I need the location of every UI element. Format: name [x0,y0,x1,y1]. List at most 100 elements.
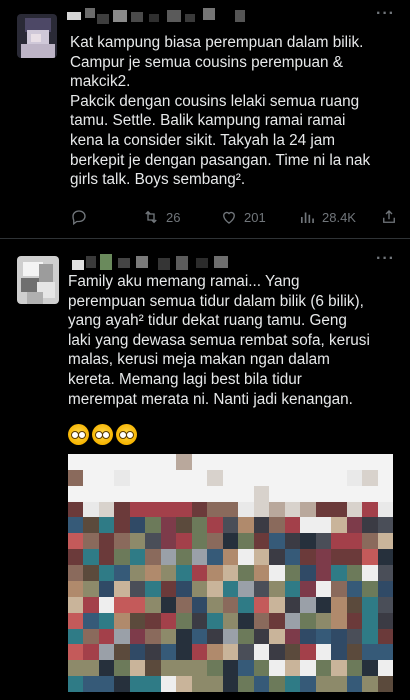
photo-pixel [300,454,316,470]
photo-pixel [253,628,270,645]
photo-pixel [68,628,84,645]
photo-pixel [145,612,161,629]
photo-pixel [145,565,161,581]
photo-pixel [207,596,223,613]
share-button[interactable] [380,208,398,226]
photo-pixel [362,549,378,566]
photo-pixel [315,454,332,470]
photo-pixel [238,469,254,486]
photo-pixel [191,469,208,486]
photo-pixel [315,533,332,550]
photo-pixel [300,612,316,629]
share-icon [383,210,395,223]
photo-pixel [346,469,363,486]
photo-pixel [269,628,285,645]
photo-pixel [98,676,115,692]
author-name-redacted[interactable] [67,8,247,24]
photo-pixel [331,612,347,629]
photo-pixel [114,485,130,502]
photo-pixel [300,533,316,550]
avatar[interactable] [17,14,57,58]
photo-pixel [176,628,192,645]
photo-pixel [160,501,177,518]
photo-pixel [269,533,285,550]
photo-pixel [114,501,130,518]
photo-pixel [315,660,332,677]
tweet-1[interactable]: ··· Kat kampung biasa perempuan dalam bi… [0,0,410,238]
photo-pixel [83,517,99,534]
photo-pixel [176,580,192,597]
photo-pixel [191,454,208,470]
more-icon[interactable]: ··· [376,251,396,267]
photo-pixel [269,517,285,534]
photo-pixel [129,549,146,566]
photo-pixel [68,676,84,692]
pleading-face-emoji [92,424,113,445]
photo-pixel [160,612,177,629]
photo-pixel [331,644,347,661]
photo-pixel [284,549,301,566]
photo-pixel [160,628,177,645]
photo-pixel [331,676,347,692]
photo-pixel [114,565,130,581]
photo-pixel [176,517,192,534]
photo-pixel [377,596,393,613]
photo-pixel [160,676,177,692]
photo-pixel [238,454,254,470]
photo-pixel [129,596,146,613]
photo-pixel [68,596,84,613]
photo-pixel [68,549,84,566]
photo-pixel [145,644,161,661]
photo-pixel [191,485,208,502]
photo-pixel [98,612,115,629]
photo-pixel [284,533,301,550]
photo-pixel [315,612,332,629]
photo-pixel [346,596,363,613]
photo-pixel [129,533,146,550]
photo-pixel [145,501,161,518]
photo-pixel [83,596,99,613]
photo-pixel [362,454,378,470]
photo-pixel [238,660,254,677]
photo-pixel [129,565,146,581]
photo-pixel [315,628,332,645]
like-button[interactable]: 201 [220,208,266,226]
avatar[interactable] [17,256,59,304]
photo-pixel [331,549,347,566]
photo-pixel [346,628,363,645]
photo-pixel [83,454,99,470]
reply-button[interactable] [70,208,94,226]
photo-pixel [207,628,223,645]
photo-pixel [191,580,208,597]
views-button[interactable]: 28.4K [298,208,356,226]
retweet-button[interactable]: 26 [142,208,180,226]
photo-pixel [346,565,363,581]
photo-pixel [176,501,192,518]
photo-pixel [83,533,99,550]
photo-pixel [362,517,378,534]
tweet-divider [0,238,410,239]
photo-pixel [222,676,239,692]
photo-pixel [238,533,254,550]
photo-pixel [331,469,347,486]
attached-photo[interactable] [68,454,393,692]
tweet-2[interactable]: ··· Family aku memang ramai... Yang pere… [0,240,410,700]
photo-pixel [284,628,301,645]
photo-pixel [176,612,192,629]
photo-pixel [362,469,378,486]
photo-pixel [253,469,270,486]
photo-pixel [207,501,223,518]
photo-pixel [145,485,161,502]
photo-pixel [377,612,393,629]
photo-pixel [129,628,146,645]
photo-pixel [145,580,161,597]
photo-pixel [145,454,161,470]
author-name-redacted[interactable] [72,254,232,270]
more-icon[interactable]: ··· [376,6,396,22]
photo-pixel [83,485,99,502]
photo-pixel [207,549,223,566]
views-icon [301,212,314,223]
photo-pixel [191,676,208,692]
photo-pixel [346,533,363,550]
photo-pixel [222,644,239,661]
